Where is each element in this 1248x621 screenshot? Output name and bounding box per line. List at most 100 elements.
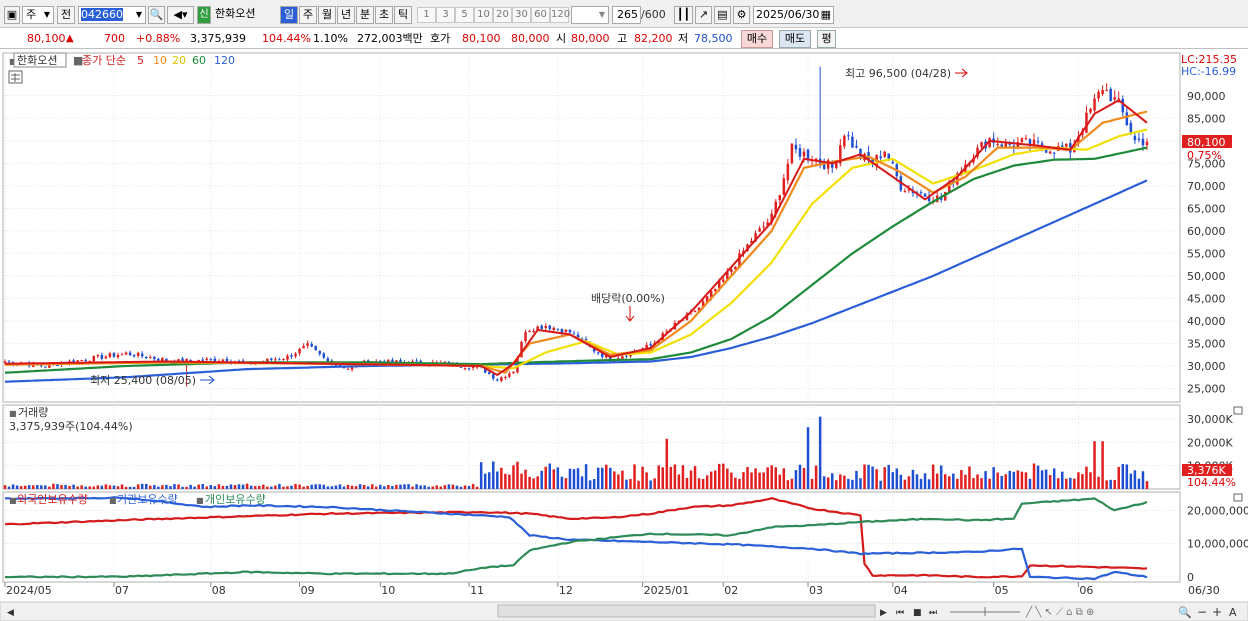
candle-body [1101, 90, 1104, 95]
volume-bar [7, 486, 11, 489]
individual-legend: 개인보유수량 [205, 493, 266, 506]
candle-body [318, 350, 322, 354]
volume-bar [483, 473, 487, 489]
volume-bar [556, 467, 560, 489]
crosshair-icon[interactable]: ↗ [695, 6, 712, 24]
volume-bar [548, 463, 552, 489]
sell-button[interactable]: 매도 [779, 30, 811, 48]
candle-body [302, 346, 305, 349]
volume-bar [697, 478, 701, 489]
volume-bar [665, 438, 669, 489]
interval-5[interactable]: 초 [375, 6, 393, 24]
volume-bar [492, 461, 495, 489]
zoom-out-icon[interactable]: − [1197, 605, 1207, 619]
investor-panel-close-icon[interactable] [1233, 493, 1243, 502]
period-combo[interactable]: ▼ [571, 6, 609, 24]
period-120[interactable]: 120 [550, 7, 570, 23]
volume-bar [939, 465, 943, 489]
candle-body [1048, 151, 1052, 154]
volume-bar [403, 484, 406, 489]
volume-panel [2, 404, 1181, 490]
eval-button[interactable]: 평 [817, 30, 836, 48]
candle-icon[interactable]: ┃┃ [674, 6, 693, 24]
font-size-icon[interactable]: A [1229, 606, 1237, 619]
candle-body [1093, 98, 1096, 111]
save-icon[interactable]: ▤ [714, 6, 731, 24]
candle-body [806, 149, 810, 160]
candle-body [136, 352, 140, 356]
volume-bar [504, 473, 507, 489]
volume-bar [843, 475, 846, 489]
interval-0[interactable]: 일 [280, 6, 298, 24]
volume-bar [1061, 471, 1064, 489]
volume-bar [100, 485, 104, 489]
interval-6[interactable]: 틱 [394, 6, 412, 24]
volume-bar [512, 465, 515, 489]
volume-bar [173, 484, 176, 489]
first-icon[interactable]: ⏮ [896, 608, 904, 618]
volume-bar [1069, 477, 1072, 489]
change-value: 700 [104, 32, 125, 45]
period-20[interactable]: 20 [493, 7, 512, 23]
x-tick-label: 03 [809, 584, 823, 597]
buy-button[interactable]: 매수 [741, 30, 773, 48]
volume-bar [132, 486, 136, 489]
volume-bar [794, 470, 798, 489]
volume-bar [726, 468, 729, 489]
candle-body [778, 195, 782, 201]
candle-body [92, 355, 96, 362]
stock-code-input[interactable]: 042660 ▼ [78, 6, 146, 24]
volume-bar [960, 470, 963, 489]
period-3[interactable]: 3 [436, 7, 455, 23]
interval-3[interactable]: 년 [337, 6, 355, 24]
window-menu-icon[interactable]: ▣ [4, 6, 20, 24]
hoga-ask: 80,100 [462, 32, 501, 45]
prev-button[interactable]: 전 [57, 6, 75, 24]
volume-bar [1089, 472, 1092, 489]
volume-bar [609, 467, 612, 489]
chart-tools-icon[interactable]: ╱ ╲ ↖ ⟋ ⌂ ⧉ ⊕ [1025, 605, 1094, 618]
interval-2[interactable]: 월 [318, 6, 336, 24]
candle-body [693, 310, 697, 312]
volume-bar [758, 472, 761, 489]
candle-body [467, 368, 471, 370]
period-1[interactable]: 1 [417, 7, 436, 23]
stop-icon[interactable]: ■ [913, 608, 922, 618]
zoom-icon[interactable]: 🔍 [1178, 605, 1192, 619]
scroll-thumb[interactable] [497, 604, 876, 618]
current-price: 80,100 [27, 32, 66, 45]
last-icon[interactable]: ⏭ [929, 608, 937, 618]
volume-bar [754, 468, 757, 489]
volume-bar [463, 485, 467, 489]
search-icon[interactable]: 🔍 [148, 6, 165, 24]
candle-body [1097, 91, 1100, 99]
candle-body [124, 352, 128, 355]
interval-4[interactable]: 분 [356, 6, 374, 24]
period-10[interactable]: 10 [474, 7, 493, 23]
volume-bar [64, 484, 67, 489]
volume-panel-close-icon[interactable] [1233, 406, 1243, 415]
period-5[interactable]: 5 [455, 7, 474, 23]
candle-body [7, 361, 11, 363]
candle-body [1052, 152, 1056, 154]
candle-body [149, 357, 152, 359]
candle-body [112, 352, 116, 357]
gear-icon[interactable]: ⚙ [733, 6, 750, 24]
date-input[interactable]: 2025/06/30 ▦ [753, 6, 834, 24]
period-60[interactable]: 60 [531, 7, 550, 23]
x-tick-label: 05 [995, 584, 1009, 597]
scroll-left-icon[interactable]: ◀ [7, 608, 14, 618]
count-input[interactable]: 265 [612, 6, 641, 24]
volume-bar [637, 480, 640, 489]
sound-icon[interactable]: ◀▾ [167, 6, 194, 24]
candle-body [722, 279, 725, 282]
x-tick-label: 08 [212, 584, 226, 597]
interval-1[interactable]: 주 [299, 6, 317, 24]
volume-bar [496, 471, 499, 489]
period-30[interactable]: 30 [512, 7, 531, 23]
zoom-in-icon[interactable]: + [1212, 605, 1222, 619]
period-type-select[interactable]: 주 ▼ [22, 6, 54, 24]
scroll-right-icon[interactable]: ▶ [880, 608, 887, 618]
volume-bar [290, 485, 293, 489]
candle-body [649, 344, 652, 346]
